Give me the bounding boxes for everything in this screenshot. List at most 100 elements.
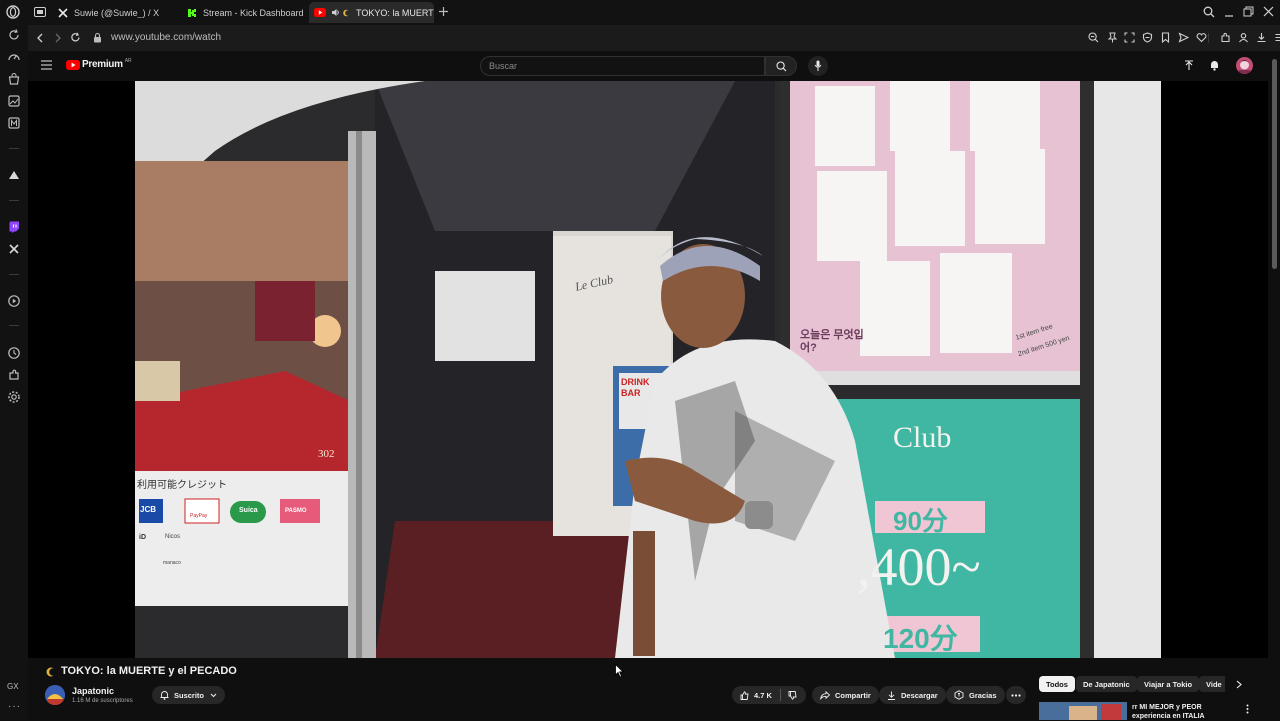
video-frame[interactable]: 302 利用可能クレジット JCB PayPay Suica PASMO iD … <box>135 81 1161 658</box>
hamburger-icon[interactable] <box>41 60 52 70</box>
account-icon[interactable] <box>1238 32 1249 43</box>
tab-search-icon[interactable] <box>1203 6 1215 18</box>
recommended-menu-icon[interactable] <box>1246 704 1249 714</box>
premium-text: Premium <box>82 59 123 70</box>
share-button[interactable]: Compartir <box>812 686 879 704</box>
close-window-icon[interactable] <box>1263 6 1274 17</box>
like-button[interactable]: 4.7 K <box>732 691 772 700</box>
page-scrollbar[interactable] <box>1270 51 1280 720</box>
jcb-logo: JCB <box>140 505 157 514</box>
chip-viajar-a-tokio[interactable]: Viajar a Tokio <box>1137 676 1200 692</box>
user-avatar[interactable] <box>1236 57 1253 74</box>
chip-videos[interactable]: Vide <box>1199 676 1225 692</box>
tab-youtube[interactable]: TOKYO: la MUERTE <box>309 2 434 23</box>
id-logo: iD <box>139 534 146 541</box>
youtube-logo-icon <box>314 8 326 17</box>
forward-arrow-icon[interactable] <box>54 33 62 43</box>
thumbs-down-icon <box>788 690 797 700</box>
manaco-logo: manaco <box>163 560 181 566</box>
recommended-thumbnail[interactable] <box>1039 702 1127 720</box>
suica-logo: Suica <box>239 507 258 514</box>
opera-logo-icon[interactable] <box>6 5 20 19</box>
video-player[interactable]: 302 利用可能クレジット JCB PayPay Suica PASMO iD … <box>28 81 1268 658</box>
thanks-button[interactable]: Gracias <box>946 686 1005 704</box>
video-scene <box>135 81 1161 658</box>
tab-x[interactable]: Suwie (@Suwie_) / X <box>54 2 179 23</box>
settings-gear-icon[interactable] <box>7 390 21 404</box>
new-tab-plus-icon[interactable] <box>438 6 449 17</box>
bell-icon <box>160 690 169 700</box>
extensions-icon[interactable] <box>7 368 21 382</box>
twitch-icon[interactable] <box>7 220 21 234</box>
recommended-title-line1: rr MI MEJOR y PEOR <box>1132 704 1202 711</box>
share-label: Compartir <box>835 690 871 700</box>
url-text[interactable]: www.youtube.com/watch <box>111 32 221 43</box>
sidebar-divider <box>9 148 19 149</box>
price-90: 90分 <box>893 506 948 536</box>
zoom-icon[interactable] <box>1088 32 1099 43</box>
shopping-bag-icon[interactable] <box>7 72 21 86</box>
speed-dial-icon[interactable] <box>7 50 21 64</box>
minimize-icon[interactable] <box>1224 6 1234 18</box>
send-icon[interactable] <box>1178 32 1189 43</box>
paypay-logo: PayPay <box>190 513 208 519</box>
refresh-icon[interactable] <box>7 28 21 42</box>
search-icon <box>776 61 787 72</box>
bookmark-icon[interactable] <box>1160 32 1171 43</box>
pasmo-logo: PASMO <box>285 508 307 514</box>
mod-m-icon[interactable] <box>7 116 21 130</box>
kick-logo-icon <box>187 8 197 18</box>
workspaces-icon[interactable] <box>34 7 46 17</box>
price-amount: ,400~ <box>857 537 981 597</box>
history-icon[interactable] <box>7 346 21 360</box>
chip-todos[interactable]: Todos <box>1039 676 1075 692</box>
notifications-bell-icon[interactable] <box>1209 59 1220 71</box>
wallpaper-icon[interactable] <box>7 94 21 108</box>
player-icon[interactable] <box>7 294 21 308</box>
youtube-premium-logo[interactable]: Premium AR <box>66 58 132 70</box>
channel-name[interactable]: Japatonic <box>72 686 114 696</box>
tab-label: Stream - Kick Dashboard <box>203 7 304 18</box>
search-input[interactable]: Buscar <box>480 56 765 76</box>
snapshot-icon[interactable] <box>1124 32 1135 43</box>
sidebar-divider <box>9 274 19 275</box>
search-button[interactable] <box>765 56 797 76</box>
subscribed-button[interactable]: Suscrito <box>152 686 226 704</box>
gx-label[interactable]: GX <box>7 682 19 691</box>
upload-icon[interactable] <box>1184 60 1194 71</box>
channel-avatar[interactable] <box>45 685 65 705</box>
poster-korean-text: 오늘은 무엇입어? <box>800 329 864 354</box>
more-dots-icon[interactable]: ··· <box>8 701 21 712</box>
speaker-icon[interactable] <box>331 8 340 17</box>
dislike-button[interactable] <box>781 690 797 700</box>
room-number: 302 <box>318 448 335 460</box>
scrollbar-thumb[interactable] <box>1272 59 1277 269</box>
voice-search-button[interactable] <box>808 56 828 76</box>
pin-icon[interactable] <box>1107 32 1118 43</box>
youtube-header: Premium AR Buscar <box>28 51 1280 81</box>
puzzle-extensions-icon[interactable] <box>1220 32 1231 43</box>
download-tray-icon[interactable] <box>1256 32 1267 43</box>
x-sidebar-icon[interactable] <box>7 242 21 256</box>
tab-kick[interactable]: Stream - Kick Dashboard <box>183 2 308 23</box>
reload-icon[interactable] <box>70 32 81 43</box>
club-sign-text: Club <box>893 421 952 454</box>
chevron-right-icon[interactable] <box>1236 680 1242 689</box>
tab-label: TOKYO: la MUERTE <box>356 7 434 18</box>
restore-icon[interactable] <box>1243 6 1254 17</box>
download-button[interactable]: Descargar <box>879 686 946 704</box>
heart-icon[interactable] <box>1196 32 1207 43</box>
microphone-icon <box>814 60 822 72</box>
recommended-title[interactable]: rr MI MEJOR y PEOR experiencia en ITALIA <box>1132 703 1232 721</box>
sidebar-divider <box>9 325 19 326</box>
menu-icon[interactable] <box>1274 32 1280 43</box>
music-icon[interactable] <box>7 168 21 182</box>
chevron-down-icon <box>210 693 217 698</box>
chip-de-japatonic[interactable]: De Japatonic <box>1076 676 1137 692</box>
back-arrow-icon[interactable] <box>36 33 44 43</box>
more-actions-button[interactable] <box>1006 686 1026 704</box>
share-arrow-icon <box>820 690 830 700</box>
subscribed-label: Suscrito <box>174 690 205 700</box>
adblock-shield-icon[interactable] <box>1142 32 1153 43</box>
lock-icon[interactable] <box>93 32 102 43</box>
